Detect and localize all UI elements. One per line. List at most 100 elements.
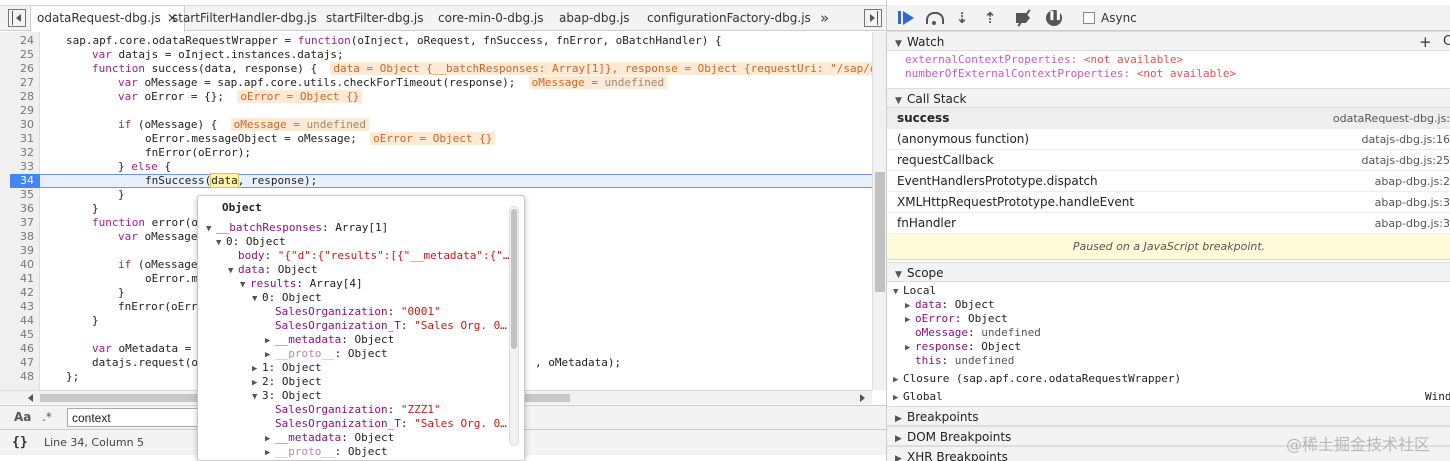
toggle-navigator-button[interactable] [8,9,26,27]
call-frame[interactable]: fnHandler abap-dbg.js:34 [887,213,1450,234]
line-number[interactable]: 39 [0,244,40,258]
search-input[interactable] [67,408,207,427]
call-frame[interactable]: success odataRequest-dbg.js:3 [887,108,1450,129]
resume-icon[interactable] [897,9,915,27]
toggle-debugger-button[interactable] [864,9,882,27]
tree-node[interactable]: ▶ __proto__: Object [265,445,388,459]
tab-abap[interactable]: abap-dbg.js [553,6,636,31]
watch-item[interactable]: externalContextProperties: <not availabl… [905,53,1183,67]
scope-variable[interactable]: ▶ data: Object [905,298,995,312]
tree-leaf: body: "{"d":{"results":[{"__metadata":{"… [238,249,510,262]
line-number[interactable]: 32 [0,146,40,160]
code-line-41: oError.m [145,272,198,285]
line-number[interactable]: 43 [0,300,40,314]
add-watch-icon[interactable]: + [1419,32,1432,52]
collapsed-arrow-icon: ▶ [905,343,911,353]
more-tabs-icon[interactable]: » [820,6,829,31]
tree-node[interactable]: ▼ 0: Object [216,235,286,249]
tab-startfilter[interactable]: startFilter-dbg.js [320,6,429,31]
watch-section-header[interactable]: ▼Watch + C [887,31,1450,51]
code-line-37: function error(o [92,216,198,229]
call-stack-section-header[interactable]: ▼ Call Stack [887,88,1450,108]
editor-vertical-scrollbar[interactable] [872,32,886,390]
line-number[interactable]: 42 [0,286,40,300]
scroll-right-icon[interactable] [860,394,865,402]
line-number[interactable]: 41 [0,272,40,286]
code-line-34: fnSuccess(data, response); [145,173,318,188]
tree-node[interactable]: ▶ 2: Object [252,375,322,389]
code-line-47-tail: , oMetadata); [535,356,622,369]
line-number[interactable]: 46 [0,342,40,356]
tree-node[interactable]: ▶ __proto__: Object [265,347,388,361]
popover-scrollbar[interactable] [509,206,519,446]
tree-node[interactable]: ▶ __metadata: Object [265,431,394,445]
tree-node[interactable]: ▼ __batchResponses: Array[1] [206,221,388,235]
step-into-icon[interactable]: ⇣ [953,9,971,27]
line-number[interactable]: 26 [0,62,40,76]
collapsed-arrow-icon: ▶ [252,364,258,374]
inline-value: oError = Object {} [370,132,496,145]
scope-section-header[interactable]: ▼ Scope [887,262,1450,282]
match-case-button[interactable]: Aa [14,410,31,424]
tab-configurationfactory[interactable]: configurationFactory-dbg.js [641,6,817,31]
code-line-24: sap.apf.core.odataRequestWrapper = funct… [66,34,722,47]
tab-startfilterhandler[interactable]: startFilterHandler-dbg.js [166,6,323,31]
line-number[interactable]: 44 [0,314,40,328]
scope-closure[interactable]: ▶ Closure (sap.apf.core.odataRequestWrapp… [893,372,1181,386]
breakpoint-line-number[interactable]: 34 [10,174,47,188]
line-number[interactable]: 35 [0,188,40,202]
pause-on-exceptions-icon[interactable] [1045,9,1063,27]
sources-editor-pane: odataRequest-dbg.js × startFilterHandler-… [0,0,886,461]
breakpoints-section-header[interactable]: ▶ Breakpoints [887,406,1450,426]
watch-item[interactable]: numberOfExternalContextProperties: <not … [905,67,1236,81]
call-frame[interactable]: EventHandlersPrototype.dispatch abap-dbg.… [887,171,1450,192]
line-number[interactable]: 40 [0,258,40,272]
line-number[interactable]: 38 [0,230,40,244]
line-number[interactable]: 29 [0,104,40,118]
line-number[interactable]: 25 [0,48,40,62]
call-frame[interactable]: XMLHttpRequestPrototype.handleEvent abap-… [887,192,1450,213]
tree-node[interactable]: ▶ 1: Object [252,361,322,375]
deactivate-breakpoints-icon[interactable] [1015,9,1033,27]
tree-node[interactable]: ▼ data: Object [228,263,318,277]
tree-node[interactable]: ▼ results: Array[4] [240,277,363,291]
tree-node[interactable]: ▼ 3: Object [252,389,322,403]
scroll-left-icon[interactable] [28,394,33,402]
scrollbar-thumb[interactable] [875,172,885,292]
tree-node[interactable]: ▼ 0: Object [252,291,322,305]
tree-node[interactable]: ▶ __metadata: Object [265,333,394,347]
object-preview-popover: Object ▼ __batchResponses: Array[1] ▼ 0: O… [197,195,525,461]
line-number[interactable]: 47 [0,356,40,370]
line-number[interactable]: 30 [0,118,40,132]
regex-button[interactable]: .* [42,410,52,424]
line-number[interactable]: 36 [0,202,40,216]
collapsed-arrow-icon: ▶ [893,393,899,403]
line-number[interactable]: 27 [0,76,40,90]
step-over-icon[interactable] [925,9,944,27]
async-checkbox[interactable] [1083,12,1095,24]
call-frame[interactable]: requestCallback datajs-dbg.js:253 [887,150,1450,171]
line-number[interactable]: 28 [0,90,40,104]
scope-variable[interactable]: ▶ response: Object [905,340,1021,354]
call-frame[interactable]: (anonymous function) datajs-dbg.js:163 [887,129,1450,150]
line-number[interactable]: 37 [0,216,40,230]
tab-core-min[interactable]: core-min-0-dbg.js [432,6,550,31]
expanded-arrow-icon: ▼ [228,266,234,276]
line-number[interactable]: 31 [0,132,40,146]
code-line-40: if (oMessage [118,258,198,271]
step-out-icon[interactable]: ⇡ [981,9,999,27]
pretty-print-button[interactable]: {} [12,435,28,450]
line-number[interactable]: 48 [0,370,40,384]
code-line-44: } [92,314,99,327]
tab-odatarequest[interactable]: odataRequest-dbg.js × [30,6,185,32]
scrollbar-thumb[interactable] [511,209,517,349]
line-number[interactable]: 33 [0,160,40,174]
scope-global[interactable]: ▶ Global [893,390,943,404]
scope-variable[interactable]: ▶ oError: Object [905,312,1008,326]
code-line-32: fnError(oError); [145,146,251,159]
line-number[interactable]: 45 [0,328,40,342]
line-number[interactable]: 24 [0,34,40,48]
refresh-watch-icon[interactable]: C [1443,32,1450,52]
line-number-gutter[interactable]: 24 25 26 27 28 29 30 31 32 33 34 35 36 37 38 39 40 41 42 43… [0,32,47,390]
scope-local-header[interactable]: ▼ Local [893,284,936,298]
